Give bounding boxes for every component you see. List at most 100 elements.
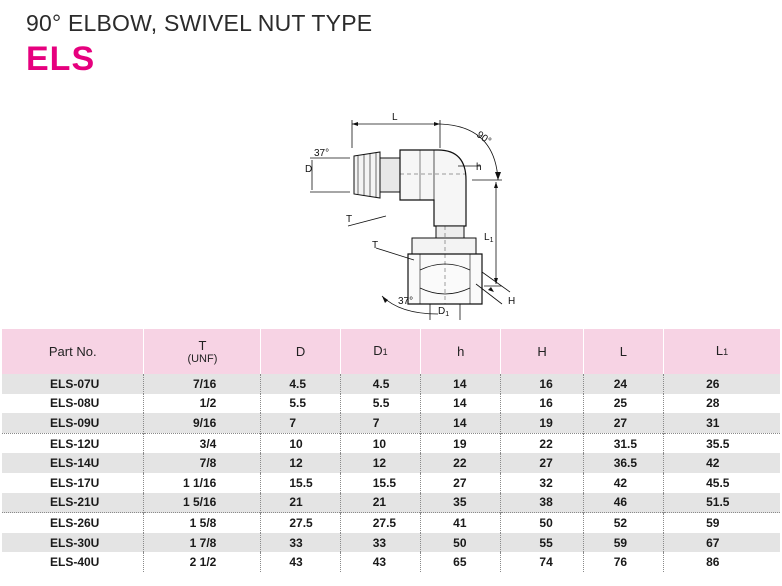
cell-H: 50 xyxy=(500,512,584,533)
col-header-T: T (UNF) xyxy=(143,329,261,374)
cell-D1: 5.5 xyxy=(339,393,421,414)
cell-H: 74 xyxy=(500,552,584,572)
angle-37-bottom-label: 37° xyxy=(398,296,413,307)
table-row: ELS-40U 2 1/2 43 43 65 74 76 86 xyxy=(2,552,780,572)
cell-T: 1 1/16 xyxy=(143,472,261,493)
cell-L: 27 xyxy=(582,413,664,434)
cell-D: 4.5 xyxy=(260,374,341,394)
cell-h: 27 xyxy=(420,472,501,493)
cell-part-no: ELS-17U xyxy=(50,475,100,490)
cell-T: 9/16 xyxy=(143,413,261,434)
cell-D: 15.5 xyxy=(260,472,341,493)
cell-D1: 10 xyxy=(339,432,421,454)
dim-L1-label: L1 xyxy=(484,232,494,244)
col-header-L1: L1 xyxy=(663,329,780,374)
cell-part-no: ELS-08U xyxy=(50,396,100,411)
cell-h: 65 xyxy=(420,552,501,572)
cell-L: 36.5 xyxy=(582,453,664,473)
table-row: ELS-21U 1 5/16 21 21 35 38 46 51.5 xyxy=(2,492,780,513)
col-header-H: H xyxy=(500,329,584,374)
cell-L1: 26 xyxy=(663,374,780,394)
cell-part-no: ELS-09U xyxy=(2,413,144,434)
cell-part-no: ELS-40U xyxy=(50,555,100,570)
table-row: ELS-26U 1 5/8 27.5 27.5 41 50 52 59 xyxy=(2,512,780,533)
table-header-row: Part No. T (UNF) D D1 h H L L1 xyxy=(2,329,780,374)
cell-D1: 4.5 xyxy=(339,374,421,394)
cell-L: 46 xyxy=(582,492,664,513)
cell-H: 38 xyxy=(500,492,584,513)
angle-37-top-label: 37° xyxy=(314,148,329,159)
cell-L: 52 xyxy=(582,512,664,533)
cell-D: 33 xyxy=(260,532,341,553)
col-header-L: L xyxy=(582,329,664,374)
table-row: ELS-09U 9/16 7 7 14 19 27 31 xyxy=(2,413,780,434)
cell-part-no: ELS-07U xyxy=(2,374,144,394)
cell-L1: 28 xyxy=(663,393,780,414)
cell-T: 1 5/8 xyxy=(143,512,261,533)
cell-D: 10 xyxy=(260,432,341,454)
col-header-D: D xyxy=(260,329,341,374)
col-header-part-no: Part No. xyxy=(2,329,144,374)
cell-H: 16 xyxy=(500,393,584,414)
cell-D: 21 xyxy=(260,492,341,513)
cell-D1: 33 xyxy=(339,532,421,553)
cell-h: 14 xyxy=(420,413,501,434)
cell-L1: 59 xyxy=(663,512,780,533)
cell-part-no: ELS-14U xyxy=(2,453,144,473)
dim-T-top-label: T xyxy=(346,214,352,225)
spec-table: Part No. T (UNF) D D1 h H L L1 ELS-07U 7/1… xyxy=(2,329,780,572)
cell-D1: 27.5 xyxy=(339,512,421,533)
cell-H: 55 xyxy=(500,532,584,553)
cell-part-no: ELS-12U xyxy=(2,432,144,454)
cell-h: 14 xyxy=(420,374,501,394)
dim-D-label: D xyxy=(305,164,312,175)
cell-H: 19 xyxy=(500,413,584,434)
col-header-D1: D1 xyxy=(339,329,421,374)
dim-h-label: h xyxy=(476,162,482,173)
cell-L: 76 xyxy=(582,552,664,572)
cell-h: 41 xyxy=(420,512,501,533)
cell-T: 2 1/2 xyxy=(143,552,261,572)
cell-H: 22 xyxy=(500,432,584,454)
technical-drawing: L 90° 37° D h T T L1 37° D1 H xyxy=(290,108,530,326)
cell-D1: 12 xyxy=(339,453,421,473)
cell-T: 7/8 xyxy=(143,453,261,473)
cell-L: 25 xyxy=(582,393,664,414)
product-code: ELS xyxy=(26,40,96,78)
cell-D: 7 xyxy=(260,413,341,434)
cell-h: 35 xyxy=(420,492,501,513)
cell-L1: 42 xyxy=(663,453,780,473)
cell-h: 22 xyxy=(420,453,501,473)
cell-L: 59 xyxy=(582,532,664,553)
table-row: ELS-30U 1 7/8 33 33 50 55 59 67 xyxy=(2,532,780,553)
dim-H-label: H xyxy=(508,296,515,307)
cell-L: 42 xyxy=(582,472,664,493)
col-header-h: h xyxy=(420,329,501,374)
cell-D1: 21 xyxy=(339,492,421,513)
cell-T: 7/16 xyxy=(143,374,261,394)
product-title: 90° ELBOW, SWIVEL NUT TYPE xyxy=(26,10,373,36)
cell-D: 43 xyxy=(260,552,341,572)
cell-part-no: ELS-21U xyxy=(2,492,144,513)
table-row: ELS-17U 1 1/16 15.5 15.5 27 32 42 45.5 xyxy=(2,472,780,493)
cell-part-no: ELS-30U xyxy=(2,532,144,553)
dim-L-label: L xyxy=(392,112,398,123)
table-row: ELS-14U 7/8 12 12 22 27 36.5 42 xyxy=(2,453,780,473)
cell-L: 24 xyxy=(582,374,664,394)
cell-L1: 67 xyxy=(663,532,780,553)
angle-90-label: 90° xyxy=(474,129,493,147)
table-row: ELS-08U 1/2 5.5 5.5 14 16 25 28 xyxy=(2,393,780,414)
cell-D: 5.5 xyxy=(260,393,341,414)
dim-D1-label: D1 xyxy=(438,306,449,318)
cell-H: 16 xyxy=(500,374,584,394)
cell-H: 32 xyxy=(500,472,584,493)
cell-h: 50 xyxy=(420,532,501,553)
cell-D1: 7 xyxy=(339,413,421,434)
cell-D1: 43 xyxy=(339,552,421,572)
cell-L: 31.5 xyxy=(582,432,664,454)
cell-T: 1/2 xyxy=(143,393,261,414)
cell-L1: 51.5 xyxy=(663,492,780,513)
cell-T: 1 5/16 xyxy=(143,492,261,513)
cell-D1: 15.5 xyxy=(339,472,421,493)
dim-T-bottom-label: T xyxy=(372,240,378,251)
